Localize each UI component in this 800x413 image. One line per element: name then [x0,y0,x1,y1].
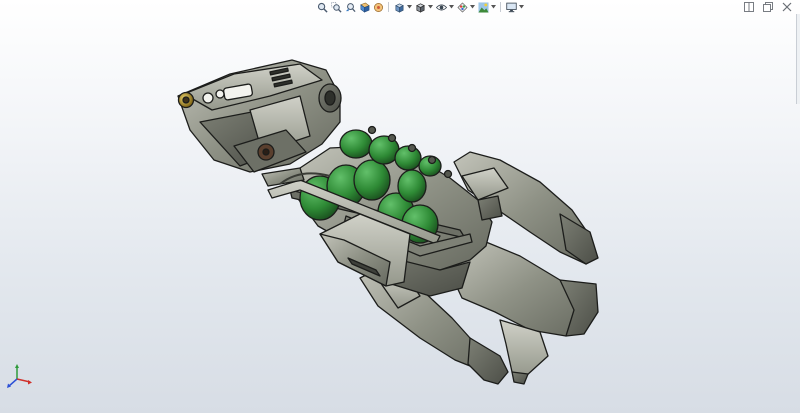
wrist-port [215,89,225,99]
robotic-arm-model[interactable] [0,0,800,413]
finger-middle-nail [511,371,529,385]
wrist-port [202,92,214,104]
finger-lower-tip [467,337,509,385]
coordinate-triad-icon [7,364,32,388]
gear-detail [477,195,503,221]
